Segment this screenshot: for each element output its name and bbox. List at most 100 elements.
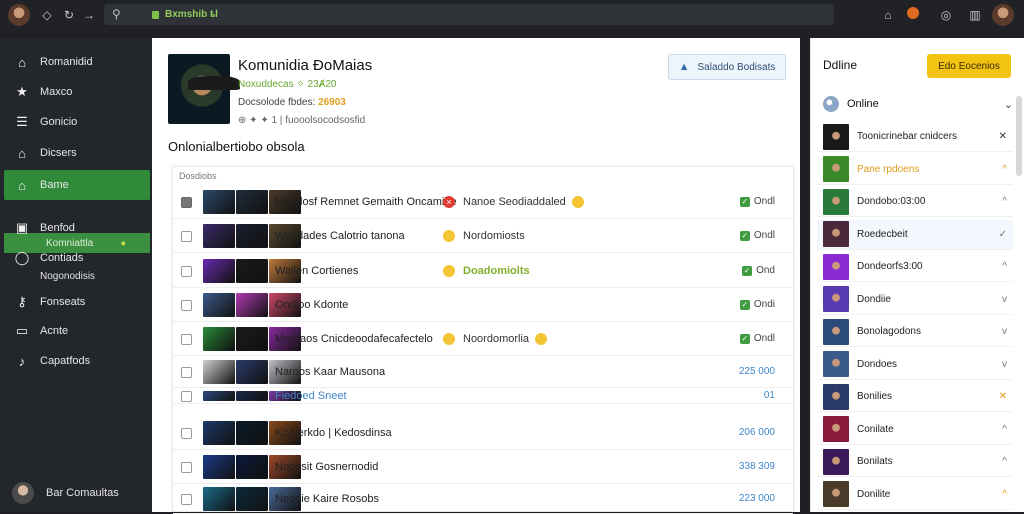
friend-item[interactable]: Toonicrinebar cnidcers ✕ (817, 122, 1013, 152)
friend-item[interactable]: Donilite ^ (817, 480, 1013, 510)
scrollbar[interactable] (1016, 96, 1022, 176)
downloads-icon[interactable]: ◎ (938, 0, 954, 30)
check-icon[interactable]: ✓ (999, 229, 1007, 240)
chevron-down-icon[interactable]: v (1002, 359, 1007, 370)
add-friends-button[interactable]: Edo Eocenios (927, 54, 1011, 78)
row-checkbox[interactable] (181, 230, 192, 242)
row-checkbox[interactable] (181, 461, 192, 473)
row-name[interactable]: Nobosit Gosnernodid (275, 461, 378, 473)
row-checkbox[interactable] (181, 427, 192, 439)
site-settings-icon[interactable]: ⚲ (112, 0, 121, 29)
sidebar-item-label: Acnte (40, 325, 69, 337)
row-checkbox[interactable] (181, 493, 192, 505)
chevron-down-icon[interactable]: v (1002, 326, 1007, 337)
table-row[interactable]: Fiedoed Sneet 01 (173, 388, 793, 404)
friend-item[interactable]: Pane rpdoens ^ (817, 155, 1013, 185)
chevron-down-icon[interactable]: v (1002, 294, 1007, 305)
check-icon: ✓ (739, 333, 750, 344)
row-name[interactable]: Wcridades Calotrio tanona (275, 230, 405, 242)
subscribe-button[interactable]: ▲ Saladdo Bodisats (668, 54, 786, 80)
row-checkbox[interactable] (181, 390, 192, 402)
sidebar-item-list[interactable]: ☰ Gonicio (4, 108, 150, 136)
friend-item[interactable]: Dondobo:03:00 ^ (817, 187, 1013, 217)
chevron-up-icon[interactable]: ^ (1002, 424, 1007, 435)
sidebar-item-favorites[interactable]: ★ Maxco (4, 78, 150, 106)
chevron-up-icon[interactable]: ^ (1002, 164, 1007, 175)
row-name[interactable]: Ondioo Kdonte (275, 299, 348, 311)
chevron-up-icon[interactable]: ^ (1002, 196, 1007, 207)
friend-name: Pane rpdoens (857, 163, 920, 175)
extensions-icon[interactable] (904, 0, 922, 30)
sidebar-icon[interactable]: ▥ (966, 0, 984, 30)
table-row[interactable]: Mardaos Cnicdeoodafecafectelo Noordomorli… (173, 322, 793, 356)
friend-item[interactable]: Bonilies ✕ (817, 382, 1013, 412)
error-icon: × (443, 195, 455, 208)
friend-avatar (823, 416, 849, 442)
sidebar-item-monitor[interactable]: ▭ Acnte (4, 317, 150, 345)
table-row[interactable]: Mendosf Remnet Gemaith Oncamibe × Nanoe Se… (173, 185, 793, 219)
table-row[interactable]: Ondioo Kdonte ✓ Ondi (173, 288, 793, 322)
friend-name: Roedecbeit (857, 228, 908, 240)
chevron-up-icon[interactable]: ^ (1002, 489, 1007, 500)
status-dropdown[interactable]: Online ⌄ (823, 94, 1013, 114)
browser-avatar[interactable] (8, 4, 30, 26)
home-icon: ⌂ (18, 54, 26, 70)
game-thumbnail (236, 487, 268, 511)
chevron-up-icon[interactable]: ^ (1002, 456, 1007, 467)
row-name[interactable]: Walien Cortienes (275, 265, 358, 277)
url-text: Bxmshib ȶl (165, 9, 218, 20)
sidebar-item-games[interactable]: ⌂ Bame (4, 170, 150, 200)
refresh-icon[interactable]: ↻ (60, 0, 78, 30)
back-icon[interactable]: ◇ (38, 0, 56, 30)
table-row[interactable]: Walien Cortienes Doadomiolts ✓ Ond (173, 254, 793, 288)
sidebar-footer[interactable]: Bar Comaultas (12, 482, 119, 504)
row-name[interactable]: KcAlerkdo | Kedosdinsa (275, 427, 392, 439)
sidebar-subitem-ext[interactable]: Nogonodisis (4, 266, 150, 286)
sidebar-item-music[interactable]: ♪ Capatfods (4, 347, 150, 375)
check-icon: ✓ (739, 299, 750, 310)
sidebar-item-keys[interactable]: ⚷ Fonseats (4, 288, 150, 316)
friend-item[interactable]: Bonilats ^ (817, 447, 1013, 477)
profile-icon[interactable] (992, 4, 1014, 26)
section-title: Onlonialbertiobo obsola (168, 139, 305, 154)
row-name[interactable]: Fiedoed Sneet (275, 390, 347, 402)
url-bar[interactable]: ⚲ Bxmshib ȶl (104, 4, 834, 25)
friend-item[interactable]: Dondeorfs3:00 ^ (817, 252, 1013, 282)
table-row[interactable]: Wcridades Calotrio tanona Nordomiosts ✓ Ond… (173, 219, 793, 253)
row-name[interactable]: Nebaie Kaire Rosobs (275, 493, 379, 505)
close-icon[interactable]: ✕ (999, 131, 1007, 142)
row-name[interactable]: Mendosf Remnet Gemaith Oncamibe (275, 196, 457, 208)
friend-item[interactable]: Conilate ^ (817, 415, 1013, 445)
sidebar-item-store[interactable]: ⌂ Dicsers (4, 139, 150, 167)
friend-avatar (823, 481, 849, 507)
game-thumbnail (203, 327, 235, 351)
friend-item[interactable]: Roedecbeit ✓ (817, 219, 1013, 250)
table-row[interactable]: Nobosit Gosnernodid 338 309 (173, 450, 793, 484)
game-thumbnail (236, 455, 268, 479)
row-checkbox[interactable] (181, 366, 192, 378)
row-checkbox[interactable] (181, 196, 192, 208)
table-row[interactable]: Nebaie Kaire Rosobs 223 000 (173, 484, 793, 514)
row-checkbox[interactable] (181, 265, 192, 277)
friend-item[interactable]: Bonolagodons v (817, 317, 1013, 347)
friend-item[interactable]: Dondoes v (817, 350, 1013, 380)
forward-icon[interactable]: → (80, 0, 98, 30)
check-icon: ✓ (742, 265, 753, 276)
home-icon[interactable]: ⌂ (880, 0, 896, 30)
sidebar-item-label: Benfod (40, 222, 75, 234)
row-name[interactable]: Mardaos Cnicdeoodafecafectelo (275, 333, 433, 345)
close-icon[interactable]: ✕ (999, 391, 1007, 402)
sidebar-item-home[interactable]: ⌂ Romanidid (4, 48, 150, 76)
panel-title: Ddline (823, 58, 858, 72)
table-row[interactable]: KcAlerkdo | Kedosdinsa 206 000 (173, 416, 793, 450)
row-checkbox[interactable] (181, 299, 192, 311)
friend-item[interactable]: Dondiie v (817, 285, 1013, 315)
row-name[interactable]: Naroos Kaar Mausona (275, 366, 385, 378)
sidebar-item-label: Contiads (40, 252, 84, 264)
sidebar-item-apps[interactable]: ▣ Benfod (4, 214, 150, 242)
row-value: 338 309 (738, 461, 775, 472)
table-row[interactable]: Naroos Kaar Mausona 225 000 (173, 356, 793, 388)
row-checkbox[interactable] (181, 333, 192, 345)
sidebar-item-label: Dicsers (40, 147, 77, 159)
chevron-up-icon[interactable]: ^ (1002, 261, 1007, 272)
